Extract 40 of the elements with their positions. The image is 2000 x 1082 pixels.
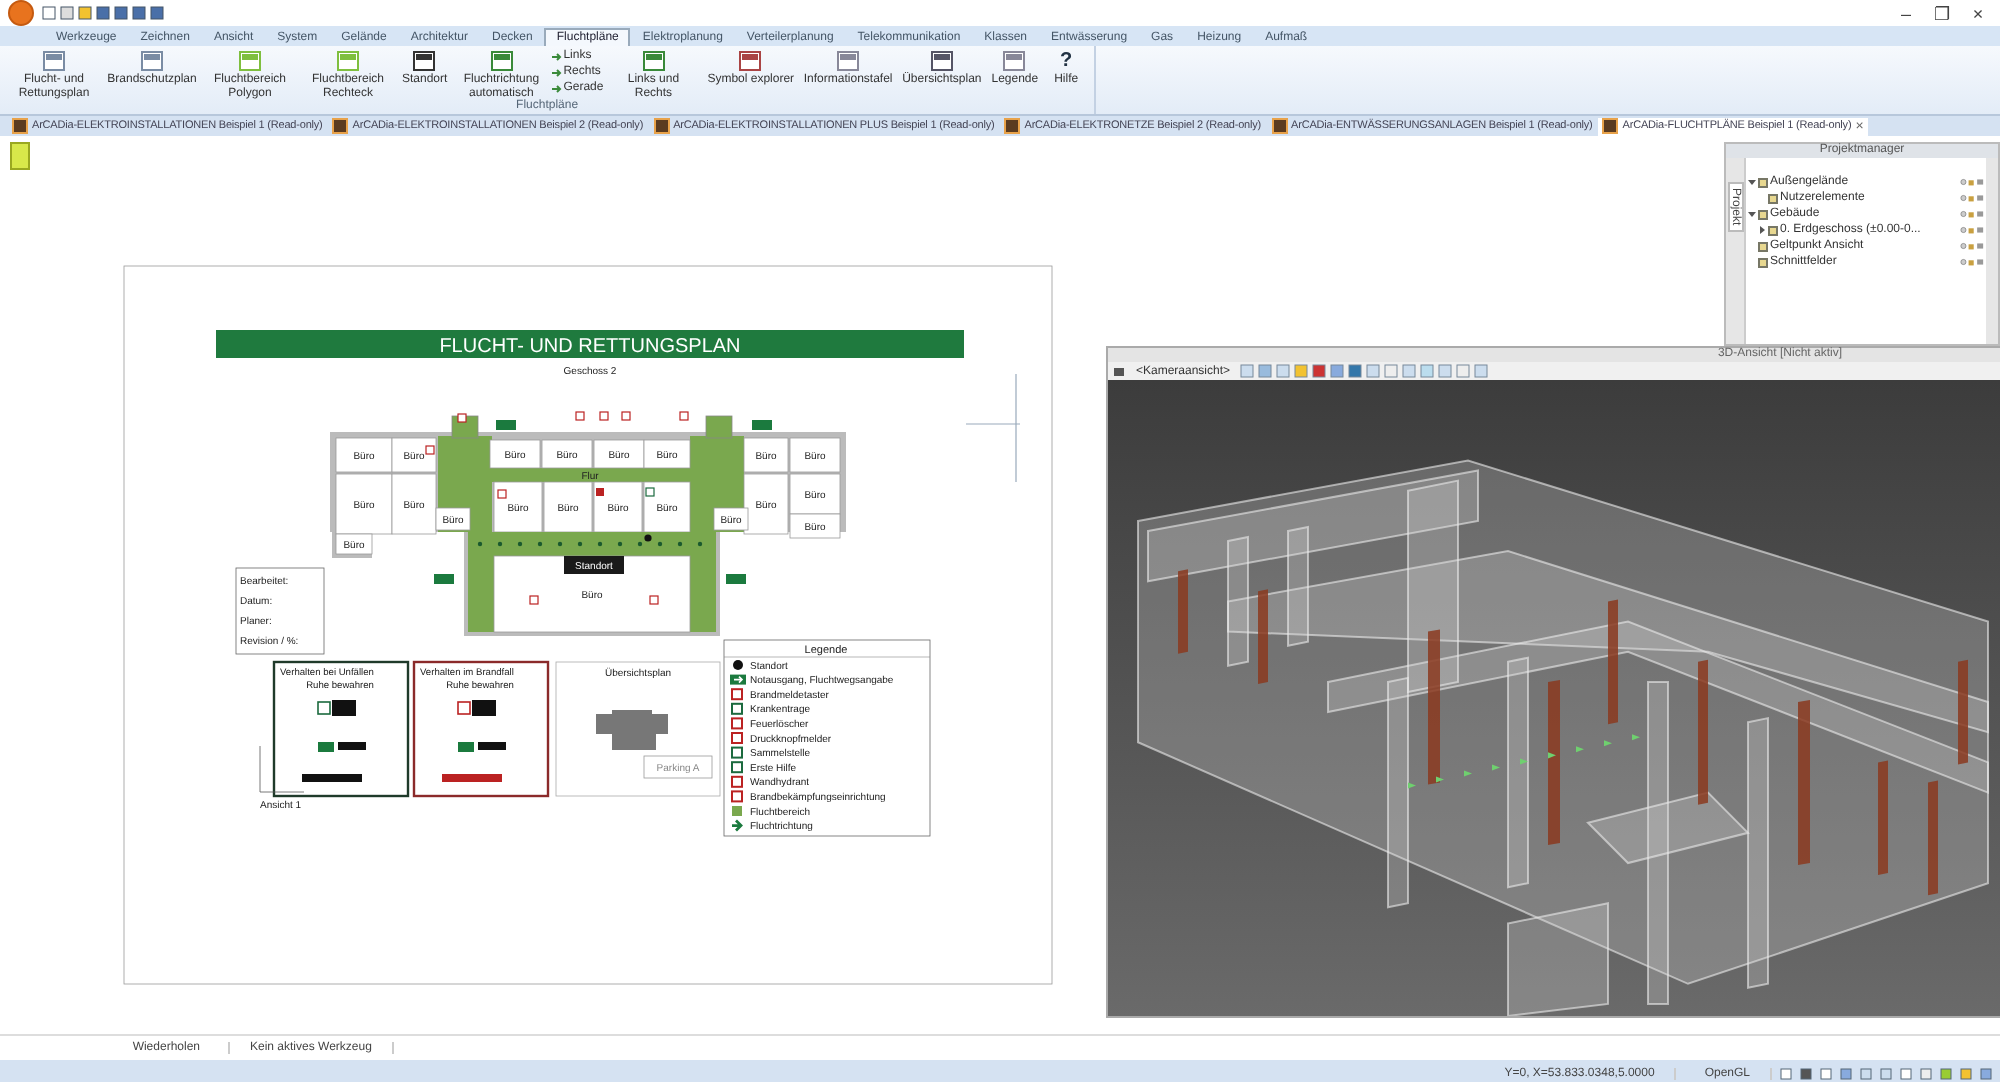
instruction-signs-drawing xyxy=(442,700,506,782)
first-aid-instructions-panel xyxy=(272,660,410,798)
tool-icon xyxy=(641,50,666,72)
tool-icon xyxy=(929,50,954,72)
tool-icon xyxy=(140,50,164,72)
plan-title: FLUCHT- UND RETTUNGSPLAN xyxy=(439,336,741,358)
camera-icon[interactable] xyxy=(1112,364,1126,378)
tool-icon xyxy=(412,50,437,72)
expand-icon[interactable] xyxy=(1758,226,1766,234)
tool-icon xyxy=(1002,50,1027,72)
building-outline-drawing xyxy=(596,710,668,750)
arrow-icon xyxy=(551,84,562,94)
info-box xyxy=(235,567,325,655)
collapse-icon[interactable] xyxy=(1748,178,1756,186)
app-logo[interactable] xyxy=(8,0,34,26)
safety-sign-icon xyxy=(731,702,743,715)
arrow-icon xyxy=(551,68,562,78)
fire-safety-sign-icon xyxy=(731,688,743,701)
parking-sign xyxy=(643,755,713,779)
window-control[interactable]: ❐ xyxy=(1928,3,1956,23)
crosshair-cursor-icon xyxy=(965,373,1021,483)
arrow-icon xyxy=(551,52,562,62)
coordinate-axes-icon xyxy=(259,745,305,793)
tool-icon xyxy=(238,50,262,72)
exit-sign-icon xyxy=(730,674,746,685)
instruction-signs-drawing xyxy=(302,700,366,782)
tool-icon xyxy=(336,50,360,72)
tool-palette[interactable] xyxy=(10,142,30,170)
tool-icon xyxy=(738,50,763,72)
tool-icon xyxy=(836,50,861,72)
escape-area-icon xyxy=(732,806,742,816)
collapse-icon[interactable] xyxy=(1748,210,1756,218)
fire-instructions-panel xyxy=(412,660,550,798)
window-control[interactable]: – xyxy=(1892,3,1920,23)
arrow-icon xyxy=(730,819,743,832)
location-tag xyxy=(564,556,624,574)
window-control[interactable]: × xyxy=(1964,3,1992,23)
tool-icon xyxy=(42,50,66,72)
tool-icon xyxy=(489,50,514,72)
location-dot-icon xyxy=(733,660,743,670)
